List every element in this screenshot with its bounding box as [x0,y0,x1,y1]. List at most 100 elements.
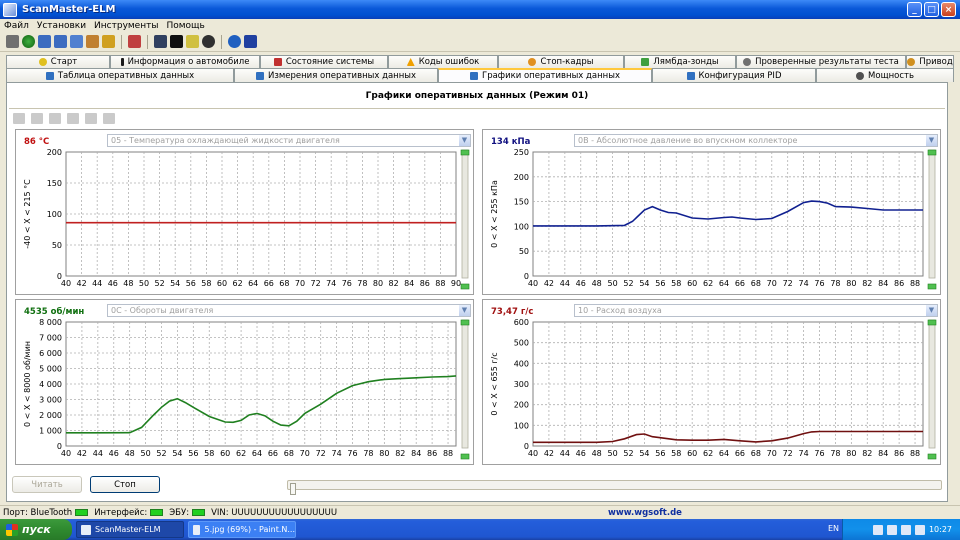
x-tick-label: 78 [830,449,840,458]
tab-live-data-measure[interactable]: Измерения оперативных данных [234,68,438,82]
connect-icon[interactable] [6,35,19,48]
open-icon[interactable] [49,112,61,124]
pid-select[interactable]: 10 - Расход воздуха ▼ [574,304,938,317]
x-tick-label: 82 [862,279,872,288]
save-icon[interactable] [67,112,79,124]
taskbar-item-paint[interactable]: 5.jpg (69%) - Paint.N... [188,521,296,538]
stop-button[interactable]: Стоп [90,476,160,493]
chart-icon[interactable] [70,35,83,48]
x-tick-label: 64 [719,449,729,458]
read-button[interactable]: Читать [12,476,82,493]
clipboard-icon[interactable] [128,35,141,48]
x-tick-label: 82 [389,279,399,288]
title-bar[interactable]: ScanMaster-ELM _ □ × [0,0,960,19]
x-tick-label: 66 [268,449,278,458]
x-tick-label: 56 [188,449,198,458]
menu-settings[interactable]: Установки [37,21,86,31]
monitor-icon[interactable] [170,35,183,48]
money-icon[interactable] [102,35,115,48]
menu-file[interactable]: Файл [4,21,29,31]
y-range-slider [461,149,469,279]
network-icon[interactable] [872,524,883,535]
table-icon[interactable] [38,35,51,48]
test-results-icon [743,58,752,66]
x-tick-label: 54 [170,279,180,288]
chevron-down-icon[interactable]: ▼ [459,305,470,316]
print-icon[interactable] [85,112,97,124]
x-tick-label: 68 [284,449,294,458]
time-slider[interactable] [287,480,942,495]
chevron-down-icon[interactable]: ▼ [926,305,937,316]
plot-frame [532,321,924,447]
terminal-icon[interactable] [154,35,167,48]
tab-test-results[interactable]: Проверенные результаты теста [736,55,906,68]
security-icon[interactable] [900,524,911,535]
x-tick-label: 66 [264,279,274,288]
system-status-icon [273,58,282,66]
y-tick-label: 50 [519,247,529,256]
update-icon[interactable] [914,524,925,535]
x-tick-label: 80 [846,279,856,288]
lambda-sensor-icon [641,58,650,66]
y-tick-label: 100 [514,421,529,430]
grid-icon[interactable] [54,35,67,48]
chevron-down-icon[interactable]: ▼ [459,135,470,146]
tab-power[interactable]: Мощность [816,68,954,82]
chart-plot: -40 < X < 215 °C 40 42 44 46 48 50 52 54 56 58 60 62… [23,148,470,290]
x-tick-label: 72 [783,279,793,288]
tab-start[interactable]: Старт [6,55,110,68]
x-tick-label: 64 [252,449,262,458]
disc-icon[interactable] [202,35,215,48]
x-tick-label: 56 [655,449,665,458]
slider-thumb [460,319,470,326]
taskbar-item-scanmaster[interactable]: ScanMaster-ELM [76,521,184,538]
chart-current-value: 73,47 г/с [491,307,534,317]
y-tick-label: 200 [514,401,529,410]
close-button[interactable]: × [941,2,956,17]
y-tick-label: 250 [514,148,529,157]
tab-lambda-sensors[interactable]: Лямбда-зонды [624,55,736,68]
menu-tools[interactable]: Инструменты [94,21,158,31]
pid-select[interactable]: 05 - Температура охлаждающей жидкости дв… [107,134,471,147]
start-button[interactable]: пуск [0,519,72,540]
battery-icon[interactable] [186,35,199,48]
y-tick-label: 6 000 [39,349,62,358]
menu-help[interactable]: Помощь [166,21,204,31]
volume-icon[interactable] [886,524,897,535]
chevron-down-icon[interactable]: ▼ [926,135,937,146]
port-status: Порт: BlueTooth [3,507,73,518]
tab-row-top: Старт Информация о автомобиле Состояние … [6,55,954,68]
image-icon[interactable] [86,35,99,48]
language-indicator[interactable]: EN [828,524,839,533]
slider-thumb[interactable] [290,483,296,495]
book-icon[interactable] [244,35,257,48]
add-graph-icon[interactable] [13,112,25,124]
tab-vehicle-info[interactable]: Информация о автомобиле [110,55,260,68]
x-tick-label: 52 [623,449,633,458]
x-tick-label: 88 [910,279,920,288]
pid-select[interactable]: 0B - Абсолютное давление во впускном кол… [574,134,938,147]
x-tick-label: 56 [655,279,665,288]
tab-drive[interactable]: Привод [906,55,954,68]
x-tick-label: 78 [830,279,840,288]
tab-freeze-frames[interactable]: Стоп-кадры [498,55,624,68]
port-led-icon [75,509,89,516]
tab-live-data-graphs[interactable]: Графики оперативных данных [438,68,652,82]
remove-graph-icon[interactable] [31,112,43,124]
tab-live-data-table[interactable]: Таблица оперативных данных [6,68,234,82]
x-tick-label: 76 [347,449,357,458]
y-tick-label: 0 [57,442,62,451]
minimize-button[interactable]: _ [907,2,922,17]
tab-system-status[interactable]: Состояние системы [260,55,388,68]
info-icon[interactable] [228,35,241,48]
x-tick-label: 86 [420,279,430,288]
maximize-button[interactable]: □ [924,2,939,17]
tab-error-codes[interactable]: Коды ошибок [388,55,498,68]
pid-select[interactable]: 0C - Обороты двигателя ▼ [107,304,471,317]
website-link[interactable]: www.wgsoft.de [608,508,682,518]
tab-pid-config[interactable]: Конфигурация PID [652,68,816,82]
globe-icon[interactable] [22,35,35,48]
print-preview-icon[interactable] [103,112,115,124]
clock: 10:27 [928,525,952,534]
x-tick-label: 48 [592,449,602,458]
